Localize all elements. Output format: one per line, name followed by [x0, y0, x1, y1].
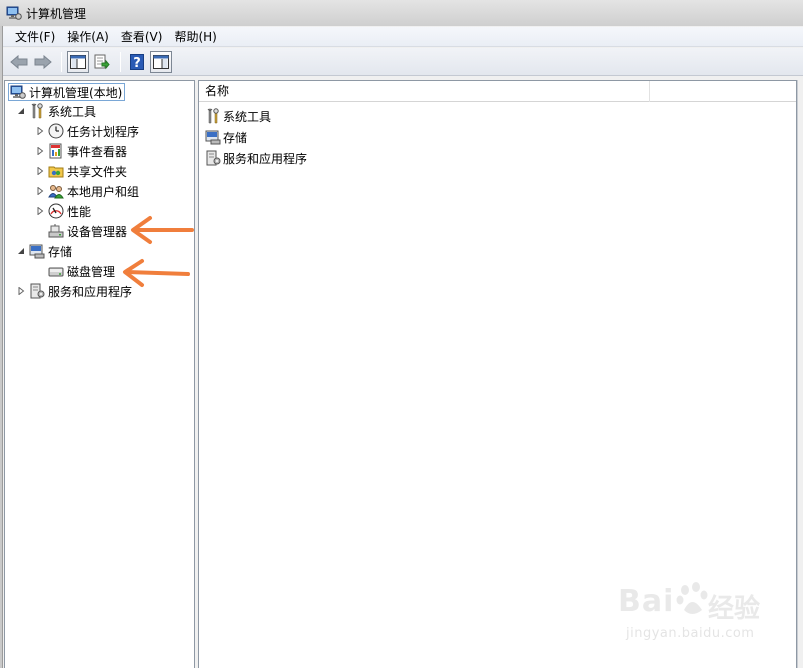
- tree-item-label: 存储: [48, 244, 73, 259]
- menu-help[interactable]: 帮助(H): [168, 27, 222, 47]
- tree-item-storage[interactable]: 存储: [15, 241, 72, 261]
- console-tree-pane: 计算机管理(本地) 系统工具 任务计划程序 事件查看器 共享文件夹 本地用户和组…: [4, 80, 195, 668]
- collapsed-arrow-icon[interactable]: [34, 125, 46, 137]
- collapsed-arrow-icon[interactable]: [34, 205, 46, 217]
- collapsed-arrow-icon[interactable]: [15, 285, 27, 297]
- menu-view[interactable]: 查看(V): [115, 27, 169, 47]
- toolbar-separator: [61, 51, 62, 72]
- annotation-arrow-device-manager: [131, 216, 194, 244]
- help-icon: ?: [130, 53, 144, 70]
- expanded-arrow-icon[interactable]: [15, 245, 27, 257]
- collapsed-arrow-icon[interactable]: [34, 185, 46, 197]
- tree-item-label: 设备管理器: [67, 224, 128, 239]
- computer-management-icon: [10, 85, 26, 99]
- tree-item-label: 本地用户和组: [67, 184, 140, 199]
- tree-item-shared-folders[interactable]: 共享文件夹: [34, 161, 127, 181]
- window-titlebar: 计算机管理: [0, 0, 803, 26]
- storage-icon: [29, 244, 45, 259]
- paw-icon: [676, 582, 708, 614]
- forward-icon: [34, 54, 52, 69]
- show-hide-action-pane-button[interactable]: [150, 50, 172, 73]
- tree-item-local-users-groups[interactable]: 本地用户和组: [34, 181, 139, 201]
- list-item-label: 服务和应用程序: [223, 151, 308, 166]
- collapsed-arrow-icon[interactable]: [34, 165, 46, 177]
- collapsed-arrow-icon[interactable]: [34, 145, 46, 157]
- users-icon: [48, 185, 64, 199]
- device-manager-icon: [48, 224, 64, 238]
- back-icon: [10, 54, 28, 69]
- watermark-brand: Bai: [618, 584, 675, 619]
- back-button[interactable]: [8, 51, 30, 73]
- tree-item-performance[interactable]: 性能: [34, 201, 91, 221]
- watermark-url: jingyan.baidu.com: [626, 626, 755, 641]
- window-title: 计算机管理: [26, 6, 87, 21]
- toolbar-separator: [120, 51, 121, 72]
- clock-icon: [48, 123, 64, 139]
- menu-action[interactable]: 操作(A): [61, 27, 115, 47]
- column-header-empty[interactable]: [650, 81, 796, 101]
- event-viewer-icon: [49, 143, 62, 159]
- storage-icon: [205, 130, 221, 145]
- tree-item-label: 事件查看器: [67, 144, 128, 159]
- list-item[interactable]: 存储: [205, 127, 247, 147]
- tree-item-event-viewer[interactable]: 事件查看器: [34, 141, 127, 161]
- right-edge-scroll-area: [797, 80, 803, 668]
- tree-item-disk-management[interactable]: 磁盘管理: [46, 261, 115, 281]
- computer-management-icon: [6, 6, 22, 20]
- tree-item-task-scheduler[interactable]: 任务计划程序: [34, 121, 139, 141]
- export-list-icon: [94, 54, 110, 69]
- menu-file[interactable]: 文件(F): [9, 27, 61, 47]
- services-apps-icon: [30, 283, 45, 299]
- column-header-name[interactable]: 名称: [199, 81, 650, 102]
- tree-item-services-apps[interactable]: 服务和应用程序: [15, 281, 132, 301]
- show-hide-console-tree-button[interactable]: [67, 50, 89, 73]
- tree-root-selection: 计算机管理(本地): [8, 83, 126, 101]
- tree-item-root[interactable]: 计算机管理(本地): [8, 82, 126, 102]
- watermark-cn: 经验: [708, 594, 761, 624]
- services-apps-icon: [206, 150, 221, 166]
- annotation-arrow-disk-management: [123, 259, 190, 287]
- help-button[interactable]: ?: [126, 51, 148, 73]
- list-item[interactable]: 系统工具: [205, 106, 271, 126]
- toolbar: ?: [3, 48, 803, 76]
- tree-item-label: 磁盘管理: [67, 264, 116, 279]
- baidu-watermark: Bai 经验 jingyan.baidu.com: [612, 580, 772, 660]
- disk-management-icon: [48, 267, 64, 277]
- system-tools-icon: [207, 108, 219, 124]
- system-tools-icon: [31, 103, 43, 119]
- tree-item-system-tools[interactable]: 系统工具: [15, 101, 96, 121]
- expanded-arrow-icon[interactable]: [15, 105, 27, 117]
- tree-item-label: 任务计划程序: [67, 124, 140, 139]
- show-hide-console-tree-icon: [70, 54, 86, 69]
- export-list-button[interactable]: [91, 51, 113, 73]
- forward-button[interactable]: [32, 51, 54, 73]
- show-hide-action-pane-icon: [153, 54, 169, 69]
- tree-item-device-manager[interactable]: 设备管理器: [46, 221, 127, 241]
- list-item[interactable]: 服务和应用程序: [205, 148, 307, 168]
- performance-gauge-icon: [48, 203, 64, 219]
- shared-folder-icon: [48, 166, 64, 178]
- svg-text:?: ?: [133, 56, 141, 70]
- list-item-label: 存储: [223, 130, 248, 145]
- list-header: 名称: [199, 81, 796, 102]
- tree-item-label: 性能: [67, 204, 92, 219]
- tree-item-label: 系统工具: [48, 104, 97, 119]
- menu-bar: 文件(F) 操作(A) 查看(V) 帮助(H): [3, 27, 803, 47]
- list-item-label: 系统工具: [223, 109, 272, 124]
- tree-item-label: 共享文件夹: [67, 164, 128, 179]
- tree-item-label: 计算机管理(本地): [29, 85, 123, 100]
